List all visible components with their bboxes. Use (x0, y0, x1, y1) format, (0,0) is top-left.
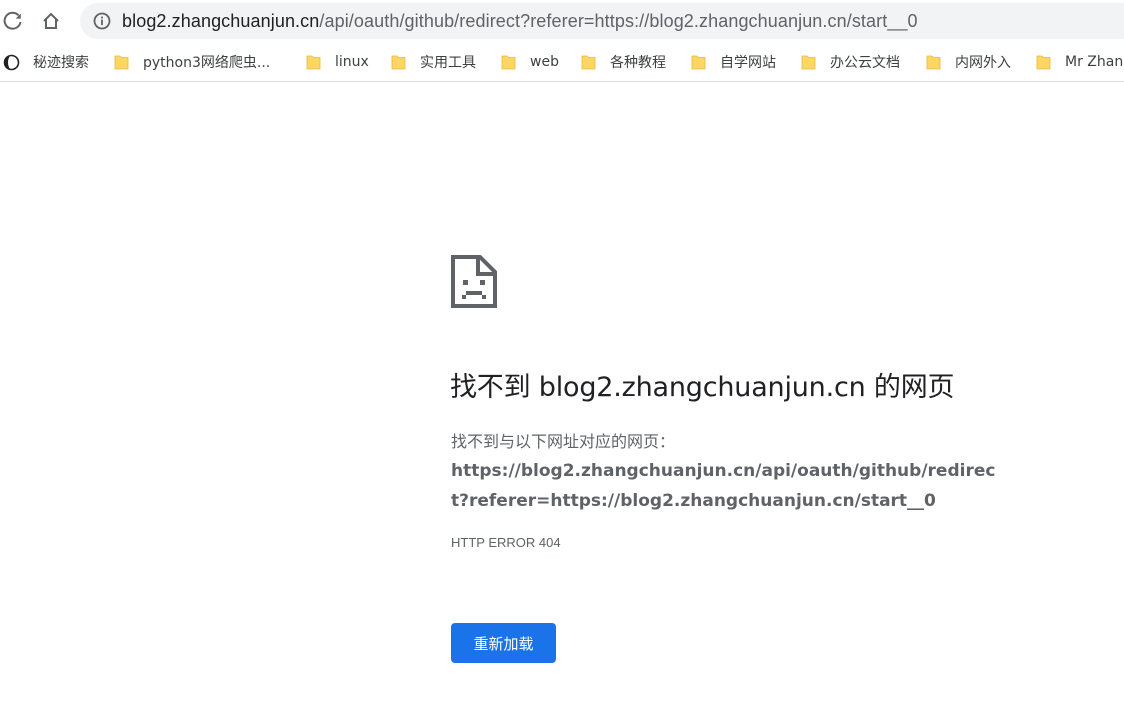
address-bar[interactable]: blog2.zhangchuanjun.cn/api/oauth/github/… (80, 3, 1124, 39)
bookmark-web[interactable]: web (501, 52, 559, 72)
bookmark-label: 自学网站 (720, 55, 776, 71)
bookmark-label: Mr Zhan (1065, 54, 1124, 70)
bookmark-label: 内网外入 (955, 55, 1011, 71)
folder-icon (801, 55, 816, 70)
url-host: blog2.zhangchuanjun.cn (122, 11, 320, 31)
folder-icon (926, 55, 941, 70)
bookmark-label: web (530, 54, 559, 70)
folder-icon (114, 55, 129, 70)
bookmark-label: 办公云文档 (830, 55, 900, 71)
folder-icon (501, 55, 516, 70)
error-intro: 找不到与以下网址对应的网页： (451, 432, 676, 451)
bookmark-label: python3网络爬虫... (143, 55, 271, 71)
error-url: https://blog2.zhangchuanjun.cn/api/oauth… (451, 461, 996, 511)
bookmark-label: 实用工具 (420, 55, 476, 71)
bookmark-label: linux (335, 54, 369, 70)
browser-toolbar: blog2.zhangchuanjun.cn/api/oauth/github/… (0, 0, 1124, 42)
reload-icon[interactable] (0, 8, 26, 34)
folder-icon (691, 55, 706, 70)
folder-icon (306, 55, 321, 70)
bookmark-self-study[interactable]: 自学网站 (691, 52, 776, 72)
folder-icon (1036, 55, 1051, 70)
folder-icon (391, 55, 406, 70)
bookmark-miji-search[interactable]: 秘迹搜索 (3, 52, 89, 72)
bookmark-tutorials[interactable]: 各种教程 (581, 52, 666, 72)
url-path: /api/oauth/github/redirect?referer=https… (319, 11, 918, 31)
bookmark-mr-zhan[interactable]: Mr Zhan (1036, 52, 1123, 72)
reload-button[interactable]: 重新加载 (451, 623, 556, 663)
bookmark-python3[interactable]: python3网络爬虫... (114, 52, 270, 72)
home-icon[interactable] (38, 8, 64, 34)
info-icon[interactable] (93, 12, 111, 30)
sad-page-icon (451, 255, 497, 308)
bookmark-label: 秘迹搜索 (33, 55, 89, 71)
bookmark-tools[interactable]: 实用工具 (391, 52, 476, 72)
folder-icon (581, 55, 596, 70)
bookmark-intranet[interactable]: 内网外入 (926, 52, 1011, 72)
globe-icon (3, 54, 20, 70)
url-text[interactable]: blog2.zhangchuanjun.cn/api/oauth/github/… (122, 11, 918, 32)
bookmarks-bar: 秘迹搜索 python3网络爬虫... linux 实用工具 web 各种教程 … (0, 42, 1124, 82)
error-title: 找不到 blog2.zhangchuanjun.cn 的网页 (450, 372, 955, 403)
bookmark-linux[interactable]: linux (306, 52, 369, 72)
error-code: HTTP ERROR 404 (451, 535, 561, 550)
bookmark-label: 各种教程 (610, 55, 666, 71)
bookmark-cloud-docs[interactable]: 办公云文档 (801, 52, 900, 72)
